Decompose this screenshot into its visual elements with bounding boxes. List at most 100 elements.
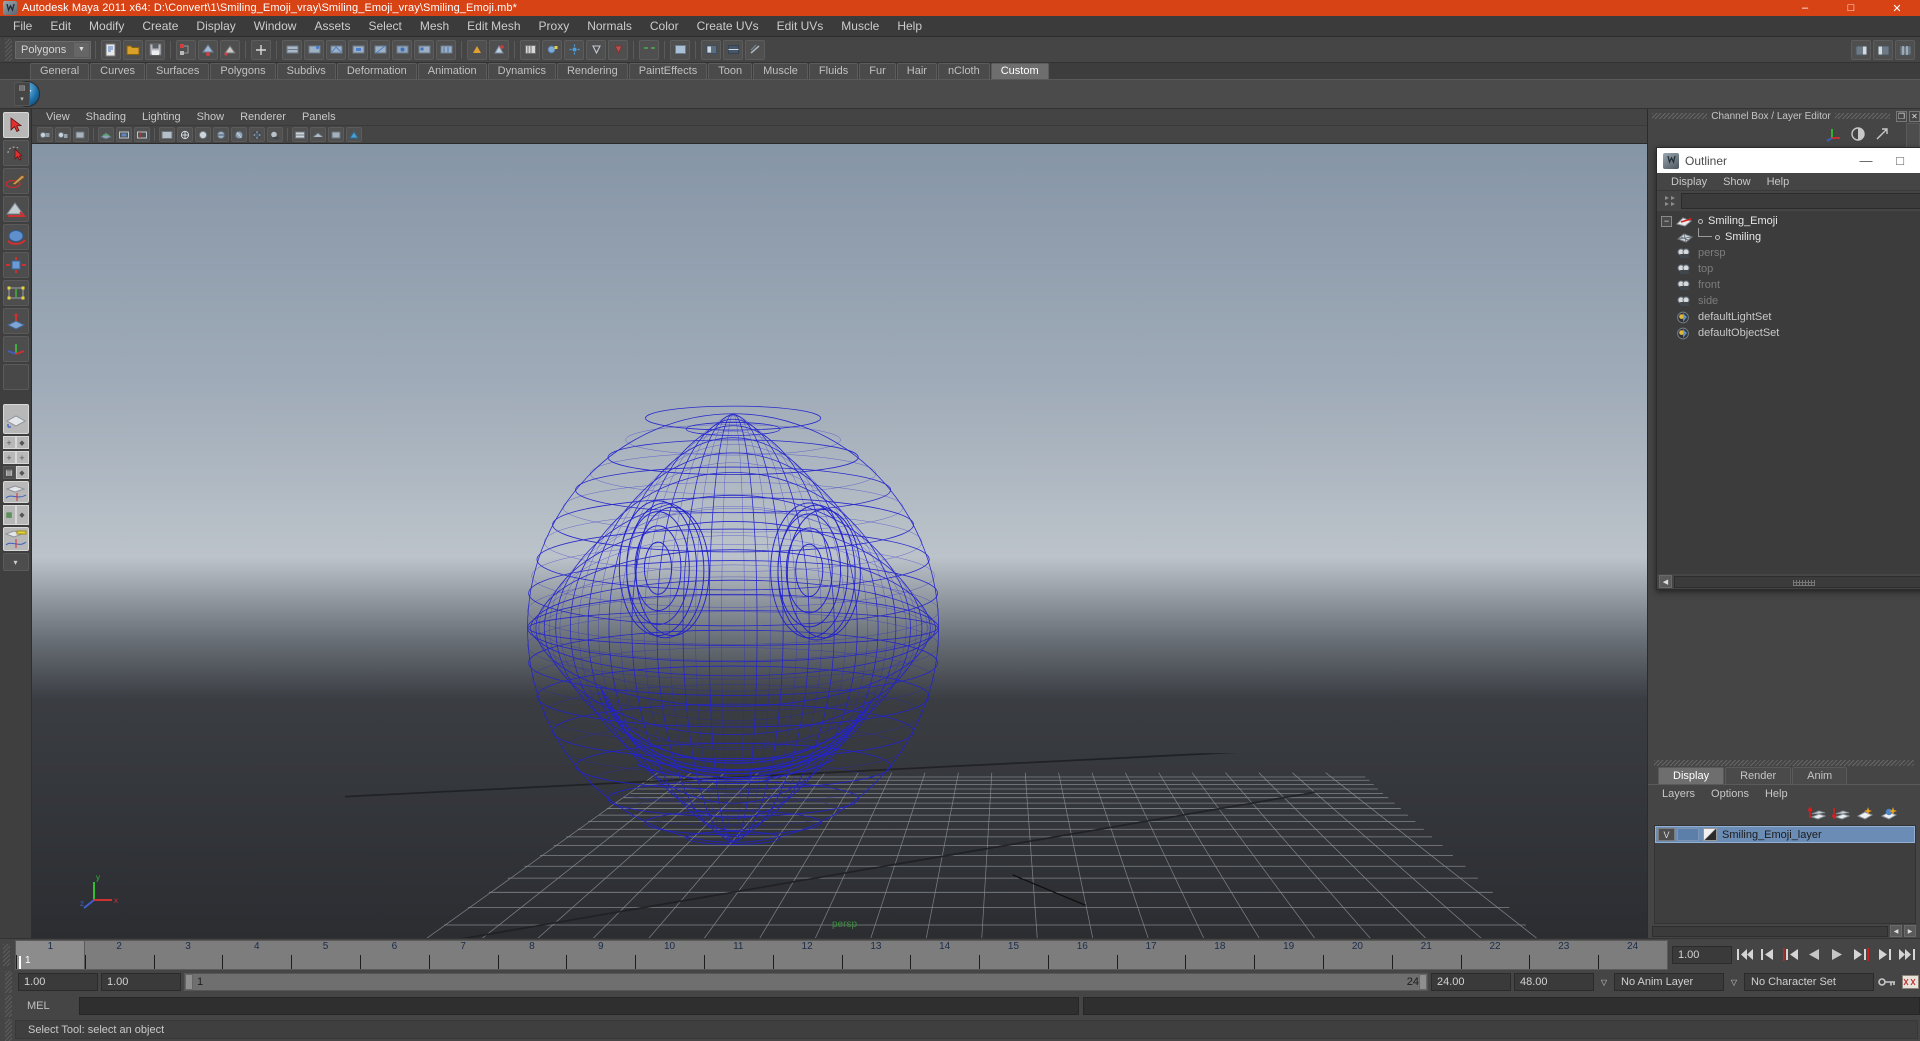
animation-preferences-icon[interactable] (1900, 971, 1920, 993)
menu-edit-uvs[interactable]: Edit UVs (768, 16, 833, 37)
layer-list[interactable]: V Smiling_Emoji_layer (1654, 825, 1916, 924)
isolate-select-icon[interactable] (292, 127, 308, 142)
menu-create-uvs[interactable]: Create UVs (688, 16, 768, 37)
shelf-tab-fur[interactable]: Fur (859, 63, 896, 79)
contrast-icon[interactable] (1850, 126, 1866, 142)
snap-curve-icon[interactable] (304, 40, 324, 60)
single-perspective-layout[interactable] (3, 404, 29, 434)
outliner-persp-layout[interactable]: ▤ ◆ (3, 466, 29, 479)
four-view-layout-b[interactable]: + + (3, 451, 29, 464)
outliner-menu-show[interactable]: Show (1715, 173, 1759, 191)
menu-help[interactable]: Help (888, 16, 931, 37)
xray-icon[interactable] (310, 127, 326, 142)
shelf-tab-deformation[interactable]: Deformation (337, 63, 417, 79)
viewport-menu-show[interactable]: Show (189, 109, 233, 126)
menu-select[interactable]: Select (359, 16, 410, 37)
dock-restore-icon[interactable]: ❐ (1896, 111, 1907, 122)
construction-plane-icon[interactable] (370, 40, 390, 60)
layer-playback-toggle[interactable] (1677, 828, 1699, 841)
scroll-left-icon[interactable]: ◀ (1890, 925, 1902, 937)
playback-end-time-field[interactable]: 24.00 (1431, 973, 1511, 991)
channel-box-toggle-icon[interactable] (701, 40, 721, 60)
chevron-down-icon-2[interactable]: ▽ (1727, 973, 1741, 991)
menu-file[interactable]: File (4, 16, 41, 37)
paint-select-tool[interactable] (3, 168, 29, 194)
shelf-tab-subdivs[interactable]: Subdivs (277, 63, 336, 79)
layer-color-swatch[interactable] (1703, 828, 1717, 841)
menu-edit-mesh[interactable]: Edit Mesh (458, 16, 529, 37)
snap-point-icon[interactable] (326, 40, 346, 60)
rotate-tool[interactable] (3, 224, 29, 250)
layout-persp2[interactable]: ◆ (16, 505, 29, 525)
axis-icon[interactable] (1826, 126, 1842, 142)
step-forward-frame-button[interactable] (1850, 944, 1870, 966)
select-by-hierarchy-icon[interactable] (176, 40, 196, 60)
lock-camera-icon[interactable] (55, 127, 71, 142)
range-handle-left[interactable] (185, 974, 193, 990)
shelf-tab-ncloth[interactable]: nCloth (938, 63, 990, 79)
tab-display[interactable]: Display (1658, 767, 1724, 784)
menu-edit[interactable]: Edit (41, 16, 80, 37)
grid-toggle-icon[interactable] (98, 127, 114, 142)
layer-editor-grip[interactable] (1654, 760, 1914, 766)
snap-uv-icon[interactable] (436, 40, 456, 60)
scroll-right-icon[interactable]: ▶ (1904, 925, 1916, 937)
shelf-tab-muscle[interactable]: Muscle (753, 63, 808, 79)
texture-icon[interactable] (608, 40, 628, 60)
viewport-menu-panels[interactable]: Panels (294, 109, 344, 126)
outliner-row-front[interactable]: front (1657, 277, 1920, 293)
shelf-tab-curves[interactable]: Curves (90, 63, 145, 79)
statusline-grip[interactable] (5, 39, 12, 61)
dock-close-icon[interactable]: ✕ (1909, 111, 1920, 122)
scale-tool[interactable] (3, 252, 29, 278)
layout-quad-4[interactable]: + (16, 451, 29, 464)
layer-menu-options[interactable]: Options (1703, 785, 1757, 803)
command-input-field[interactable] (79, 997, 1079, 1015)
soft-modification-tool[interactable] (3, 308, 29, 334)
layer-up-icon[interactable] (1808, 805, 1826, 821)
maximize-button[interactable]: □ (1828, 0, 1874, 16)
four-view-layout[interactable]: + ◆ (3, 436, 29, 449)
outliner-menu-display[interactable]: Display (1663, 173, 1715, 191)
perspective-viewport[interactable]: y x z persp (32, 144, 1647, 938)
outliner-row-defaultobjectset[interactable]: defaultObjectSet (1657, 325, 1920, 341)
show-manipulator-toggle-icon[interactable] (639, 40, 659, 60)
hypershade-persp-layout[interactable]: ▦ ◆ (3, 505, 29, 525)
layout-outliner[interactable]: ▤ (3, 466, 16, 479)
shadows-icon[interactable] (267, 127, 283, 142)
render-current-frame-icon[interactable] (467, 40, 487, 60)
select-by-object-icon[interactable] (198, 40, 218, 60)
dock-grip-left[interactable] (1652, 113, 1707, 119)
outliner-maximize-button[interactable]: □ (1883, 148, 1917, 173)
outliner-row-side[interactable]: side (1657, 293, 1920, 309)
minimize-button[interactable]: – (1782, 0, 1828, 16)
layout-quad-2[interactable]: ◆ (16, 436, 29, 449)
shelf-tab-fluids[interactable]: Fluids (809, 63, 858, 79)
close-button[interactable]: ✕ (1874, 0, 1920, 16)
layer-down-icon[interactable] (1832, 805, 1850, 821)
shelf-tab-dynamics[interactable]: Dynamics (488, 63, 556, 79)
sidebar-tool-settings-icon[interactable] (1873, 40, 1893, 60)
playback-start-time-field[interactable]: 1.00 (101, 973, 181, 991)
move-tool[interactable] (3, 196, 29, 222)
select-by-component-icon[interactable] (220, 40, 240, 60)
dock-grip-right[interactable] (1835, 113, 1890, 119)
outliner-minimize-button[interactable]: — (1849, 148, 1883, 173)
anim-layer-field[interactable]: No Anim Layer (1614, 973, 1724, 991)
snap-pixel-icon[interactable] (414, 40, 434, 60)
outliner-hscroll-track[interactable] (1674, 576, 1920, 588)
menu-assets[interactable]: Assets (305, 16, 359, 37)
layout-persp[interactable]: ◆ (16, 466, 29, 479)
snap-grid-icon[interactable] (282, 40, 302, 60)
play-forwards-button[interactable] (1827, 944, 1847, 966)
wireframe-shading-icon[interactable] (177, 127, 193, 142)
xray-joints-icon[interactable] (328, 127, 344, 142)
viewport-menu-lighting[interactable]: Lighting (134, 109, 189, 126)
menu-create[interactable]: Create (133, 16, 187, 37)
step-forward-key-button[interactable] (1873, 944, 1893, 966)
current-time-field[interactable]: 1.00 (1672, 946, 1732, 964)
shelf-tab-custom[interactable]: Custom (991, 63, 1049, 79)
sidebar-attribute-editor-icon[interactable] (1851, 40, 1871, 60)
range-slider-grip[interactable] (5, 971, 12, 993)
texture-display-icon[interactable] (231, 127, 247, 142)
